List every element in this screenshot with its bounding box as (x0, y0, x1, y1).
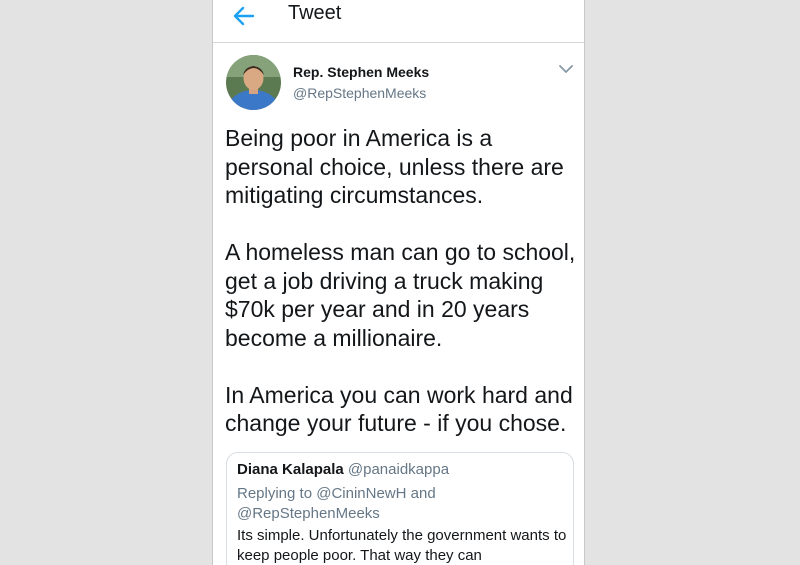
quoted-tweet[interactable]: Diana Kalapala @panaidkappa Replying to … (226, 452, 574, 565)
back-button[interactable] (231, 4, 257, 28)
tweet-paragraph: In America you can work hard and change … (225, 381, 573, 437)
profile-photo (226, 55, 281, 110)
chevron-down-icon (559, 65, 573, 73)
quoted-author-name: Diana Kalapala (237, 461, 344, 478)
page-title: Tweet (288, 2, 342, 24)
tweet-menu-button[interactable] (557, 62, 575, 76)
tweet-header: Rep. Stephen Meeks @RepStephenMeeks (213, 50, 584, 110)
tweet-paragraph: A homeless man can go to school, get a j… (225, 239, 576, 351)
tweet-screen: Tweet Rep. Stephen Meeks @RepStephenMeek… (212, 0, 585, 565)
tweet-paragraph: Being poor in America is a personal choi… (225, 125, 564, 208)
arrow-left-icon (233, 6, 255, 26)
tweet-text: Being poor in America is a personal choi… (225, 124, 580, 466)
author-handle[interactable]: @RepStephenMeeks (293, 85, 426, 101)
avatar[interactable] (226, 55, 281, 110)
quoted-author-line: Diana Kalapala @panaidkappa (237, 461, 449, 478)
quoted-author-handle: @panaidkappa (347, 461, 450, 478)
author-name[interactable]: Rep. Stephen Meeks (293, 64, 429, 80)
replying-to: Replying to @CininNewH and @RepStephenMe… (237, 485, 436, 522)
top-bar: Tweet (213, 0, 584, 43)
quoted-text: Its simple. Unfortunately the government… (237, 527, 567, 564)
